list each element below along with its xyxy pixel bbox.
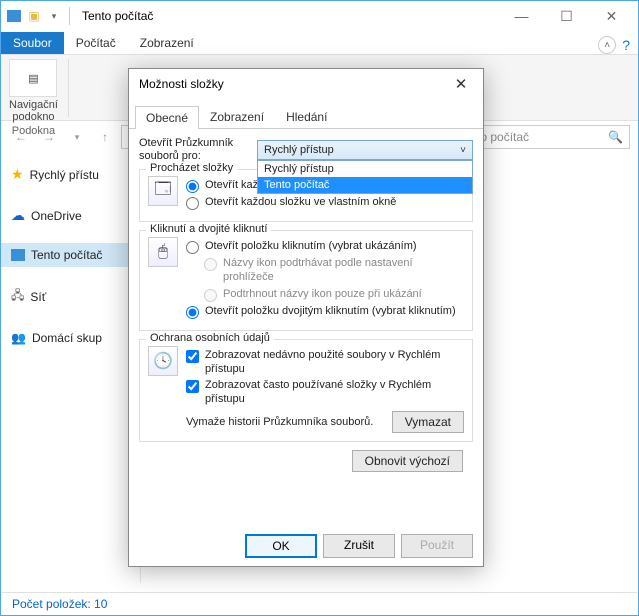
quick-access-toolbar: ▣ ▾: [5, 7, 74, 25]
radio-underline-hover: Podtrhnout názvy ikon pouze při ukázání: [204, 288, 464, 302]
checkbox-input[interactable]: [186, 350, 199, 363]
ok-button[interactable]: OK: [245, 534, 317, 558]
combo-dropdown-list: Rychlý přístup Tento počítač: [257, 160, 473, 194]
dialog-close-button[interactable]: ✕: [449, 72, 473, 96]
restore-defaults-button[interactable]: Obnovit výchozí: [352, 450, 463, 472]
cloud-icon: ☁: [11, 207, 25, 224]
sidebar-item-homegroup[interactable]: 👥 Domácí skup: [1, 326, 140, 350]
tab-general[interactable]: Obecné: [135, 106, 199, 129]
radio-input: [204, 258, 217, 271]
open-for-row: Otevřít Průzkumník souborů pro: Rychlý p…: [139, 137, 473, 163]
radio-own-window[interactable]: Otevřít každou složku ve vlastním okně: [186, 196, 464, 210]
history-dropdown-icon[interactable]: ▾: [65, 125, 89, 149]
clear-history-label: Vymaže historii Průzkumníka souborů.: [186, 416, 373, 428]
titlebar: ▣ ▾ Tento počítač — ☐ ✕: [1, 1, 638, 31]
back-button[interactable]: ←: [9, 125, 33, 149]
window-title: Tento počítač: [82, 9, 153, 23]
open-for-combobox[interactable]: Rychlý přístup ˅ Rychlý přístup Tento po…: [257, 140, 473, 160]
restore-row: Obnovit výchozí: [139, 450, 473, 480]
maximize-button[interactable]: ☐: [544, 2, 589, 30]
click-icon: 🖱: [148, 237, 178, 267]
sidebar-item-label: Rychlý přístu: [30, 168, 99, 182]
radio-input[interactable]: [186, 306, 199, 319]
radio-input[interactable]: [186, 197, 199, 210]
dialog-tabs: Obecné Zobrazení Hledání: [129, 105, 483, 129]
ribbon-separator: [68, 59, 69, 117]
sidebar-item-network[interactable]: 🖧 Síť: [1, 281, 140, 312]
group-legend: Kliknutí a dvojité kliknutí: [146, 223, 271, 235]
star-icon: ★: [11, 166, 24, 183]
click-group: Kliknutí a dvojité kliknutí 🖱 Otevřít po…: [139, 230, 473, 331]
sidebar-item-label: Tento počítač: [31, 248, 102, 262]
qat-dropdown-icon[interactable]: ▾: [45, 7, 63, 25]
radio-single-click[interactable]: Otevřít položku kliknutím (vybrat ukázán…: [186, 240, 464, 254]
open-for-label: Otevřít Průzkumník souborů pro:: [139, 137, 249, 163]
ribbon-tabs: Soubor Počítač Zobrazení ˄ ?: [1, 31, 638, 55]
radio-input[interactable]: [186, 180, 199, 193]
forward-button[interactable]: →: [37, 125, 61, 149]
cancel-button[interactable]: Zrušit: [323, 534, 395, 558]
group-legend: Procházet složky: [146, 162, 237, 174]
minimize-button[interactable]: —: [499, 2, 544, 30]
tab-view[interactable]: Zobrazení: [199, 105, 275, 128]
pc-icon: [5, 7, 23, 25]
sidebar-item-label: Domácí skup: [32, 331, 102, 345]
sidebar-item-label: OneDrive: [31, 209, 82, 223]
combo-option[interactable]: Rychlý přístup: [258, 161, 472, 177]
check-frequent-folders[interactable]: Zobrazovat často používané složky v Rych…: [186, 379, 464, 407]
privacy-icon: 🕓: [148, 346, 178, 376]
search-icon: 🔍: [608, 130, 623, 144]
clear-history-row: Vymaže historii Průzkumníka souborů. Vym…: [186, 411, 464, 433]
radio-input: [204, 289, 217, 302]
dialog-titlebar: Možnosti složky ✕: [129, 69, 483, 99]
group-legend: Ochrana osobních údajů: [146, 332, 274, 344]
sidebar-item-thispc[interactable]: Tento počítač: [1, 243, 140, 267]
window-controls: — ☐ ✕: [499, 2, 634, 30]
check-recent-files[interactable]: Zobrazovat nedávno použité soubory v Ryc…: [186, 349, 464, 377]
tab-computer[interactable]: Počítač: [64, 32, 128, 54]
close-button[interactable]: ✕: [589, 2, 634, 30]
tab-file[interactable]: Soubor: [1, 32, 64, 54]
divider: [69, 7, 70, 25]
dialog-buttons: OK Zrušit Použít: [129, 526, 483, 566]
help-button[interactable]: ?: [622, 37, 630, 53]
search-placeholder: to počítač: [477, 130, 529, 144]
pc-icon: [11, 249, 25, 261]
up-button[interactable]: ↑: [93, 125, 117, 149]
search-input[interactable]: to počítač 🔍: [470, 125, 630, 149]
sidebar-item-label: Síť: [30, 290, 46, 304]
folder-options-dialog: Možnosti složky ✕ Obecné Zobrazení Hledá…: [128, 68, 484, 567]
navigation-pane-label: Navigační podokno: [9, 99, 58, 123]
navigation-pane-button[interactable]: ▤: [9, 59, 57, 97]
radio-underline-browser: Názvy ikon podtrhávat podle nastavení pr…: [204, 257, 464, 285]
privacy-group: Ochrana osobních údajů 🕓 Zobrazovat nedá…: [139, 339, 473, 442]
combo-option[interactable]: Tento počítač: [258, 177, 472, 193]
browse-icon: 🗔: [148, 176, 178, 206]
sidebar-item-quickaccess[interactable]: ★ Rychlý přístu: [1, 161, 140, 188]
item-count: Počet položek: 10: [12, 597, 107, 611]
folder-icon[interactable]: ▣: [25, 7, 43, 25]
status-bar: Počet položek: 10: [2, 592, 637, 614]
radio-double-click[interactable]: Otevřít položku dvojitým kliknutím (vybr…: [186, 305, 464, 319]
network-icon: 🖧: [11, 286, 24, 307]
collapse-ribbon-button[interactable]: ˄: [598, 36, 616, 54]
sidebar: ★ Rychlý přístu ☁ OneDrive Tento počítač 🖧…: [1, 153, 141, 583]
homegroup-icon: 👥: [11, 331, 26, 345]
tab-search[interactable]: Hledání: [275, 105, 338, 128]
clear-button[interactable]: Vymazat: [392, 411, 464, 433]
radio-input[interactable]: [186, 241, 199, 254]
checkbox-input[interactable]: [186, 380, 199, 393]
tab-view[interactable]: Zobrazení: [128, 32, 206, 54]
dialog-body: Otevřít Průzkumník souborů pro: Rychlý p…: [129, 129, 483, 526]
chevron-down-icon: ˅: [460, 145, 466, 156]
dialog-title: Možnosti složky: [139, 77, 224, 91]
combo-value: Rychlý přístup: [264, 144, 334, 156]
sidebar-item-onedrive[interactable]: ☁ OneDrive: [1, 202, 140, 229]
apply-button[interactable]: Použít: [401, 534, 473, 558]
